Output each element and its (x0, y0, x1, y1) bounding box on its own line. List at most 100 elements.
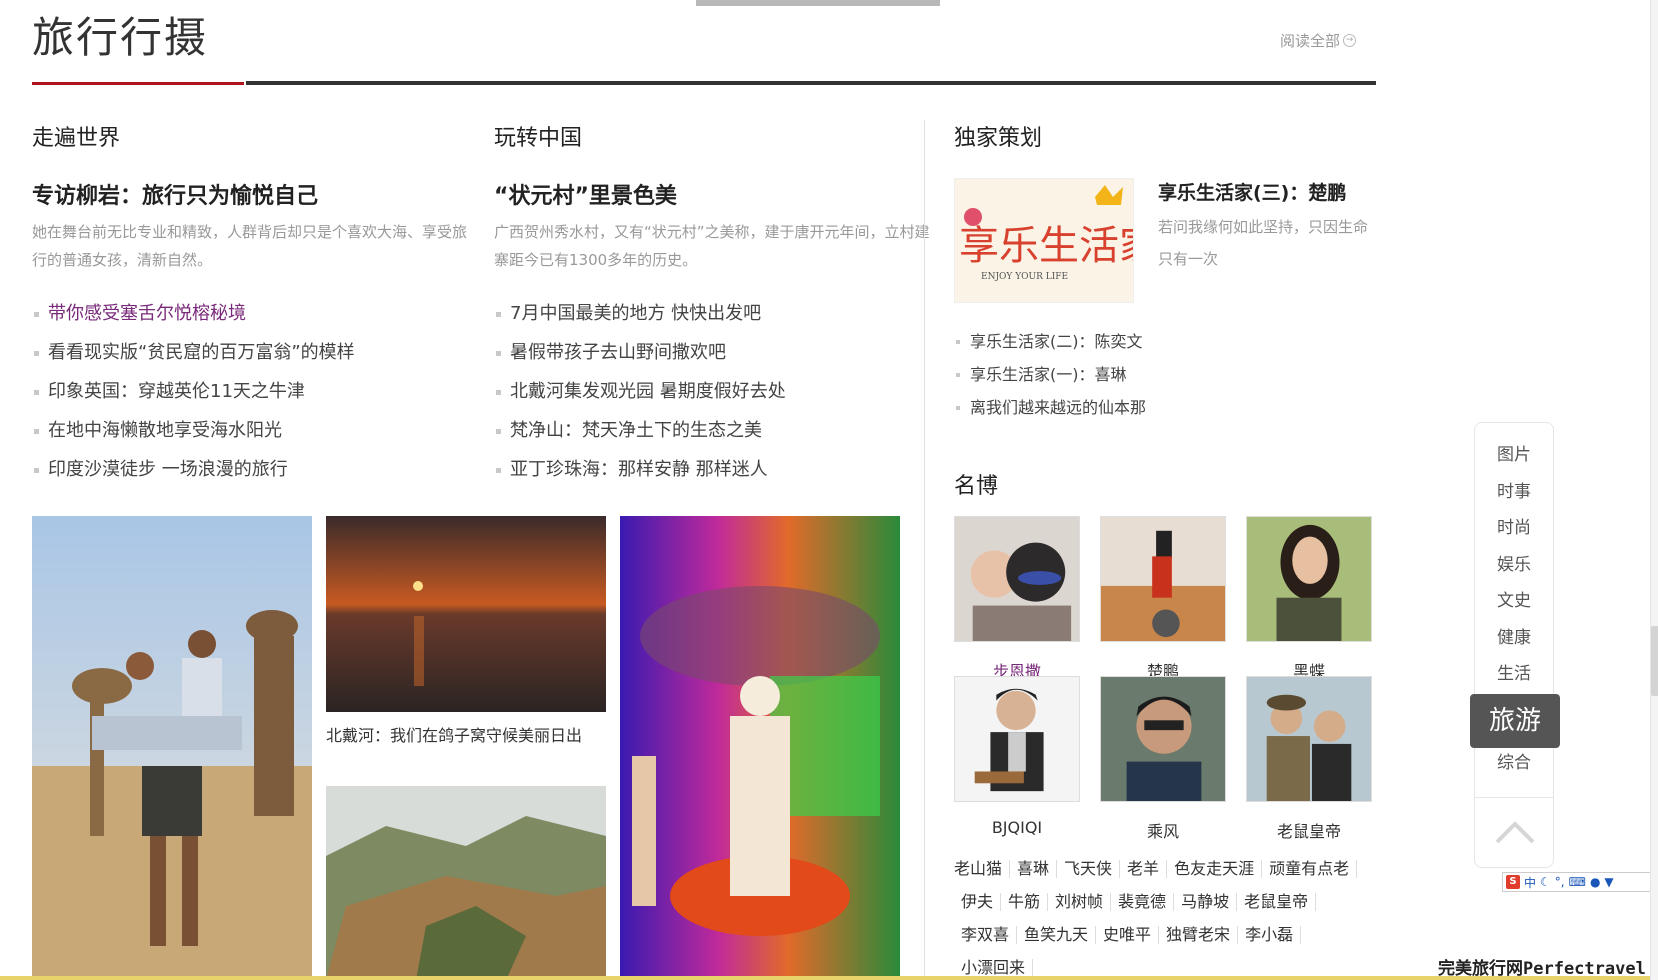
blogger-link[interactable]: 伊夫 (954, 893, 1002, 911)
nav-item-culture[interactable]: 文史 (1475, 583, 1553, 620)
article-link[interactable]: 带你感受塞舌尔悦榕秘境 (32, 294, 472, 333)
article-link[interactable]: 印度沙漠徒步 一场浪漫的旅行 (32, 450, 472, 489)
blogger-link[interactable]: 老鼠皇帝 (1237, 893, 1317, 911)
exclusive-link[interactable]: 离我们越来越远的仙本那 (954, 391, 1146, 424)
blogger-link[interactable]: 刘树帧 (1048, 893, 1112, 911)
blogger-link[interactable]: 马静坡 (1174, 893, 1238, 911)
blogger-card[interactable]: 老鼠皇帝 (1246, 676, 1372, 842)
punctuation-icon: °, (1554, 875, 1565, 889)
article-link[interactable]: 暑假带孩子去山野间撒欢吧 (494, 333, 934, 372)
blogger-avatar (1246, 516, 1372, 642)
column-divider (924, 120, 925, 980)
article-list: 带你感受塞舌尔悦榕秘境 看看现实版“贫民窟的百万富翁”的模样 印象英国：穿越英伦… (32, 294, 472, 489)
article-link[interactable]: 在地中海懒散地享受海水阳光 (32, 411, 472, 450)
chevron-up-icon (1495, 821, 1535, 844)
exclusive-list: 享乐生活家(二)：陈奕文 享乐生活家(一)：喜琳 离我们越来越远的仙本那 (954, 325, 1146, 424)
blogger-avatar (1100, 516, 1226, 642)
article-link[interactable]: 看看现实版“贫民窟的百万富翁”的模样 (32, 333, 472, 372)
scrollbar-thumb[interactable] (1651, 626, 1658, 696)
page-title: 旅行行摄 (32, 13, 209, 62)
blogger-avatar (1100, 676, 1226, 802)
blogger-link[interactable]: 牛筋 (1001, 893, 1049, 911)
column-exclusive: 独家策划 (954, 120, 1042, 152)
sogou-logo-icon: S (1506, 875, 1520, 889)
blogger-link[interactable]: 飞天侠 (1057, 860, 1121, 878)
blogger-card[interactable]: 乘风 (1100, 676, 1226, 842)
blogger-card[interactable]: 步恩撒 (954, 516, 1080, 682)
blogger-link[interactable]: 裴竟德 (1111, 893, 1175, 911)
column-heading: 独家策划 (954, 126, 1043, 151)
shirt-icon: ▼ (1604, 875, 1614, 889)
promo-description: 若问我缘何如此坚持，只因生命只有一次 (1158, 218, 1369, 268)
arrow-right-icon: → (1343, 34, 1357, 47)
feature-title-link[interactable]: 专访柳岩：旅行只为愉悦自己 (32, 178, 472, 210)
ime-toolbar[interactable]: S 中 ☾ °, ⌨ ● ▼ (1502, 872, 1658, 892)
column-heading: 走遍世界 (32, 126, 121, 151)
blogger-avatar (1246, 676, 1372, 802)
feature-description: 广西贺州秀水村，又有“状元村”之美称，建于唐开元年间，立村建寨距今已有1300多… (494, 223, 930, 269)
blogger-link[interactable]: 色友走天涯 (1167, 860, 1263, 878)
blogger-link[interactable]: 老羊 (1120, 860, 1168, 878)
blogger-card[interactable]: 楚鹏 (1100, 516, 1226, 682)
cliff-photo-image (326, 786, 606, 980)
cave-statue-photo[interactable] (620, 516, 900, 980)
top-scroll-indicator (696, 0, 940, 6)
read-all-link[interactable]: 阅读全部 → (1280, 30, 1357, 51)
blogs-heading: 名博 (954, 474, 999, 499)
blogger-name: BJQIQI (991, 818, 1043, 837)
camel-photo-image (32, 516, 312, 980)
blogger-name: 老鼠皇帝 (1276, 822, 1341, 841)
page-scrollbar[interactable] (1650, 0, 1658, 980)
promo-title-link[interactable]: 享乐生活家(三)：楚鹏 (1158, 178, 1368, 205)
promo-logo-subtext: ENJOY YOUR LIFE (981, 272, 1068, 282)
blogger-link[interactable]: 顽童有点老 (1262, 860, 1358, 878)
user-icon: ● (1589, 875, 1601, 889)
blogger-link[interactable]: 李双喜 (954, 926, 1018, 944)
back-to-top-button[interactable] (1475, 797, 1553, 867)
blogger-card[interactable]: 黑蝶 (1246, 516, 1372, 682)
article-link[interactable]: 7月中国最美的地方 快快出发吧 (494, 294, 934, 333)
column-china: 玩转中国 “状元村”里景色美 广西贺州秀水村，又有“状元村”之美称，建于唐开元年… (494, 120, 934, 489)
blogger-link[interactable]: 史唯平 (1096, 926, 1160, 944)
promo-logo-image: 享乐生活家 ENJOY YOUR LIFE (955, 179, 1134, 302)
read-all-label: 阅读全部 (1280, 32, 1341, 50)
article-link[interactable]: 印象英国：穿越英伦11天之牛津 (32, 372, 472, 411)
nav-item-entertainment[interactable]: 娱乐 (1475, 547, 1553, 584)
nav-item-travel-active[interactable]: 旅游 (1470, 694, 1560, 748)
promo-text: 享乐生活家(三)：楚鹏 若问我缘何如此坚持，只因生命只有一次 (1158, 178, 1368, 275)
blogger-avatar (954, 516, 1080, 642)
blogger-link[interactable]: 鱼笑九天 (1017, 926, 1097, 944)
nav-item-fashion[interactable]: 时尚 (1475, 510, 1553, 547)
sunset-photo[interactable] (326, 516, 606, 712)
photo-caption-link[interactable]: 北戴河：我们在鸽子窝守候美丽日出 (326, 722, 582, 746)
blogger-link[interactable]: 小漂回来 (954, 959, 1034, 977)
blogger-link[interactable]: 独臂老宋 (1159, 926, 1239, 944)
article-link[interactable]: 梵净山：梵天净土下的生态之美 (494, 411, 934, 450)
bottom-edge-strip (0, 976, 1650, 980)
feature-title-link[interactable]: “状元村”里景色美 (494, 178, 934, 210)
blogger-link[interactable]: 李小磊 (1238, 926, 1302, 944)
blogger-card[interactable]: BJQIQI (954, 676, 1080, 837)
exclusive-link[interactable]: 享乐生活家(二)：陈奕文 (954, 325, 1146, 358)
feature-description: 她在舞台前无比专业和精致，人群背后却只是个喜欢大海、享受旅行的普通女孩，清新自然… (32, 223, 468, 269)
blogger-link[interactable]: 喜琳 (1010, 860, 1058, 878)
column-world: 走遍世界 专访柳岩：旅行只为愉悦自己 她在舞台前无比专业和精致，人群背后却只是个… (32, 120, 472, 489)
camel-travel-photo[interactable] (32, 516, 312, 980)
nav-item-life[interactable]: 生活 (1475, 656, 1553, 693)
exclusive-link[interactable]: 享乐生活家(一)：喜琳 (954, 358, 1146, 391)
keyboard-icon: ⌨ (1568, 875, 1586, 889)
nav-item-pictures[interactable]: 图片 (1475, 437, 1553, 474)
promo-logo-text: 享乐生活家 (959, 223, 1134, 269)
ime-language-label: 中 (1524, 875, 1537, 890)
blogger-link[interactable]: 老山猫 (954, 860, 1011, 878)
nav-item-news[interactable]: 时事 (1475, 474, 1553, 511)
cliff-landscape-photo[interactable] (326, 786, 606, 980)
promo-image-link[interactable]: 享乐生活家 ENJOY YOUR LIFE (954, 178, 1134, 303)
article-link[interactable]: 亚丁珍珠海：那样安静 那样迷人 (494, 450, 934, 489)
blogger-name-list: 老山猫 喜琳 飞天侠 老羊 色友走天涯 顽童有点老伊夫 牛筋 刘树帧 裴竟德 马静坡 老鼠皇帝李双喜… (954, 852, 1374, 980)
title-underline (246, 81, 1376, 85)
nav-item-general[interactable]: 综合 (1475, 745, 1553, 782)
article-link[interactable]: 北戴河集发观光园 暑期度假好去处 (494, 372, 934, 411)
cave-photo-image (620, 516, 900, 980)
nav-item-health[interactable]: 健康 (1475, 620, 1553, 657)
